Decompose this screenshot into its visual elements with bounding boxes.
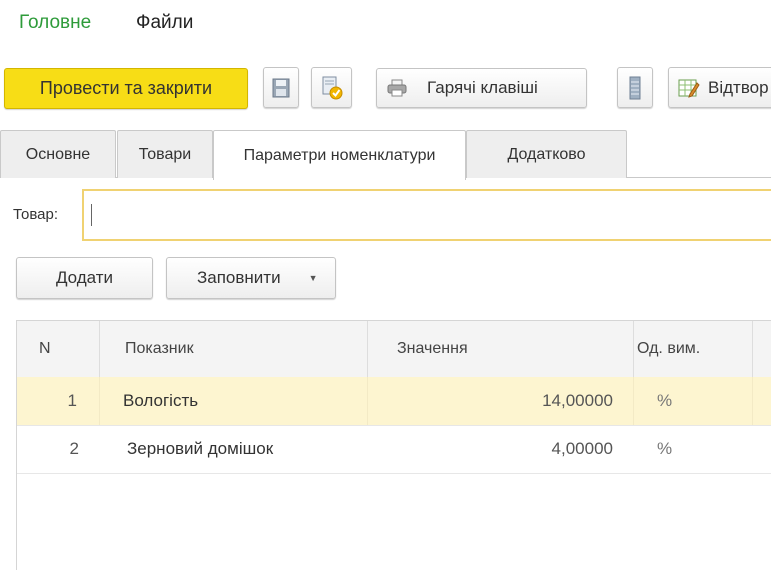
header-divider xyxy=(633,321,634,377)
parameters-table: N Показник Значення Од. вим. 1 Вологість… xyxy=(16,320,771,570)
tab-goods[interactable]: Товари xyxy=(117,130,213,178)
row-value: 14,00000 xyxy=(542,391,613,410)
header-n[interactable]: N xyxy=(39,321,51,377)
tab-additional[interactable]: Додатково xyxy=(466,130,627,178)
tab-nomenclature-params[interactable]: Параметри номенклатури xyxy=(213,130,466,180)
row-unit: % xyxy=(657,391,673,410)
dropdown-arrow-icon: ▼ xyxy=(308,273,318,283)
row-divider xyxy=(367,377,368,425)
display-label: Відтвор xyxy=(708,77,769,97)
post-and-close-button[interactable]: Провести та закрити xyxy=(4,68,248,109)
table-header: N Показник Значення Од. вим. xyxy=(17,321,771,378)
header-divider xyxy=(99,321,100,377)
row-number: 2 xyxy=(69,439,79,458)
table-row[interactable]: 2 Зерновий домішок 4,00000 % xyxy=(17,425,771,474)
nav-files[interactable]: Файли xyxy=(136,12,193,34)
header-unit[interactable]: Од. вим. xyxy=(637,321,700,377)
save-button[interactable] xyxy=(263,67,299,108)
hotkeys-label: Гарячі клавіші xyxy=(427,78,538,97)
fill-button[interactable]: Заповнити ▼ xyxy=(166,257,336,299)
header-value[interactable]: Значення xyxy=(397,321,468,377)
header-divider xyxy=(367,321,368,377)
printer-icon xyxy=(387,79,407,97)
list-view-button[interactable] xyxy=(617,67,653,108)
document-post-icon xyxy=(322,76,342,99)
tab-main[interactable]: Основне xyxy=(0,130,116,178)
row-indicator: Вологість xyxy=(123,391,199,410)
row-number: 1 xyxy=(67,391,77,410)
row-indicator: Зерновий домішок xyxy=(127,439,274,458)
add-button[interactable]: Додати xyxy=(16,257,153,299)
row-divider xyxy=(633,377,634,425)
header-divider xyxy=(752,321,753,377)
spreadsheet-edit-icon xyxy=(678,79,700,98)
row-divider xyxy=(752,377,753,425)
row-unit: % xyxy=(657,439,673,458)
post-document-button[interactable] xyxy=(311,67,352,108)
text-caret xyxy=(91,204,92,226)
table-row[interactable]: 1 Вологість 14,00000 % xyxy=(17,377,771,426)
hotkeys-button[interactable]: Гарячі клавіші xyxy=(376,68,587,108)
row-divider xyxy=(99,377,100,425)
header-indicator[interactable]: Показник xyxy=(125,321,194,377)
product-input[interactable] xyxy=(82,189,771,241)
row-value: 4,00000 xyxy=(551,439,613,458)
save-icon xyxy=(272,78,290,97)
product-field-label: Товар: xyxy=(13,206,58,223)
nav-home[interactable]: Головне xyxy=(19,12,91,34)
list-icon xyxy=(629,76,641,99)
fill-label: Заповнити xyxy=(197,268,281,287)
display-button[interactable]: Відтвор xyxy=(668,67,771,108)
